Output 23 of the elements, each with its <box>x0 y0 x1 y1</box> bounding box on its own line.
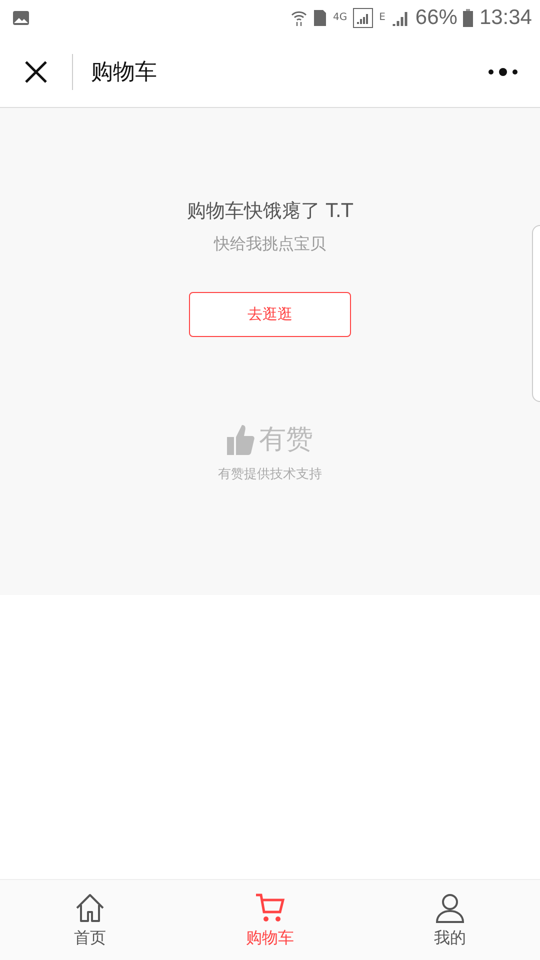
battery-icon <box>463 9 474 27</box>
empty-subtitle: 快给我挑点宝贝 <box>214 234 326 255</box>
signal-icon <box>353 8 374 28</box>
user-icon <box>434 892 466 924</box>
gallery-icon <box>12 10 30 26</box>
home-icon <box>74 892 106 924</box>
brand-name: 有赞 <box>259 423 313 457</box>
clock: 13:34 <box>479 6 532 30</box>
network-label: 4G <box>332 12 348 23</box>
wifi-icon <box>290 9 307 27</box>
signal-icon <box>391 9 410 27</box>
empty-title: 购物车快饿瘪了 T.T <box>186 199 354 224</box>
page-title: 购物车 <box>91 58 157 86</box>
network-label: E <box>379 12 386 23</box>
tab[interactable]: 首页 <box>0 880 180 960</box>
more-icon[interactable] <box>488 66 518 76</box>
thumbs-up-icon <box>227 423 255 455</box>
close-icon[interactable] <box>24 60 48 84</box>
cart-icon <box>254 892 286 924</box>
support-text: 有赞提供技术支持 <box>218 466 322 483</box>
tab[interactable]: 我的 <box>360 880 540 960</box>
sim-icon <box>312 9 327 27</box>
battery-level: 66% <box>415 6 458 30</box>
